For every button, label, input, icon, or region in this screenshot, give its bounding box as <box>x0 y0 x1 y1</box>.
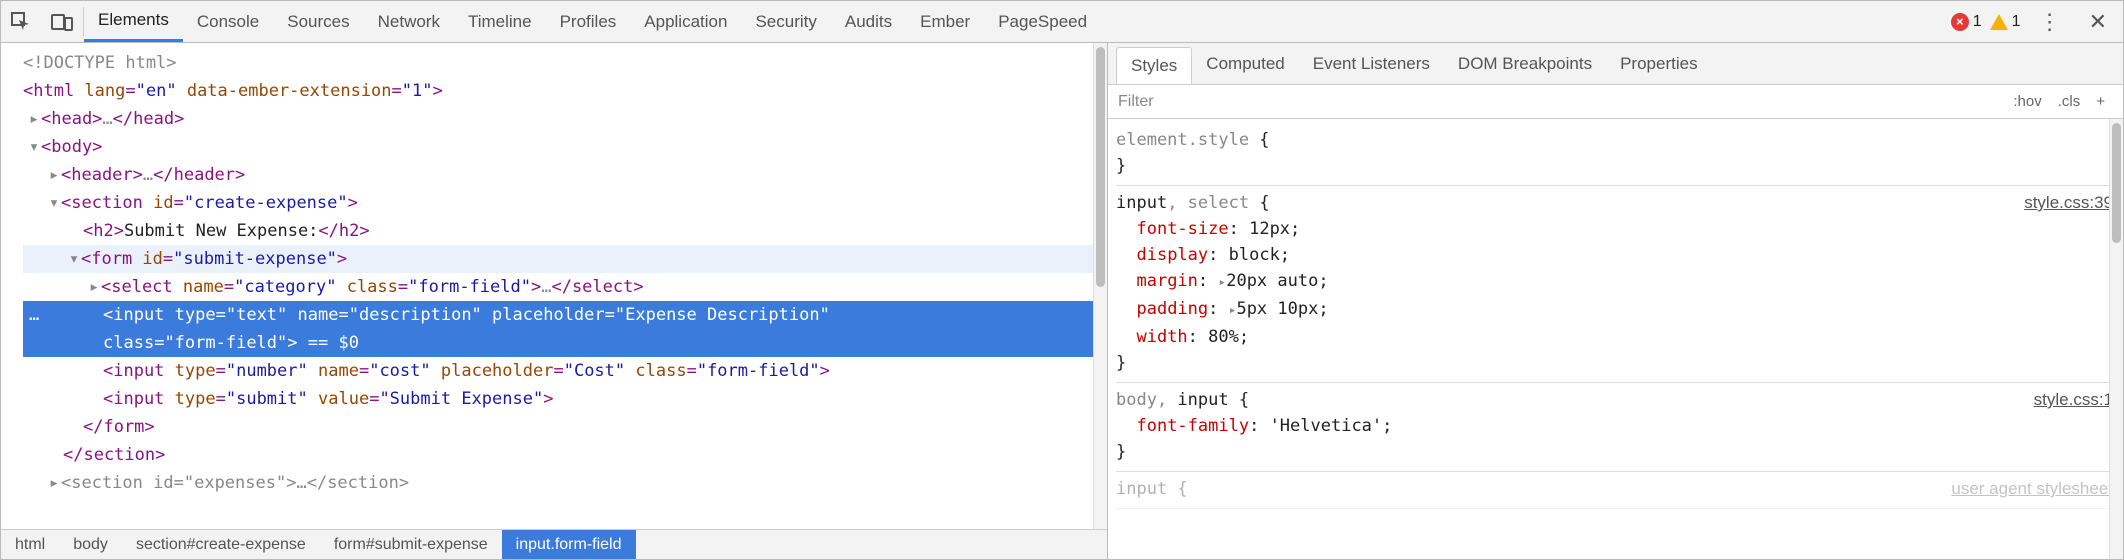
tab-elements[interactable]: Elements <box>84 1 183 42</box>
styles-tabs: Styles Computed Event Listeners DOM Brea… <box>1108 43 2123 85</box>
dom-node[interactable]: <html lang="en" data-ember-extension="1"… <box>23 77 1107 105</box>
tab-dom-breakpoints[interactable]: DOM Breakpoints <box>1444 43 1606 84</box>
style-rule[interactable]: style.css:39 input, select { font-size: … <box>1116 186 2113 383</box>
device-mode-icon[interactable] <box>41 1 83 42</box>
tab-console[interactable]: Console <box>183 1 273 42</box>
tab-audits[interactable]: Audits <box>831 1 906 42</box>
elements-panel: <!DOCTYPE html> <html lang="en" data-emb… <box>1 43 1108 559</box>
style-rule[interactable]: style.css:1 body, input { font-family: '… <box>1116 383 2113 472</box>
dom-node[interactable]: ▾<form id="submit-expense"> <box>23 245 1107 273</box>
collapse-icon[interactable]: ▾ <box>67 245 81 273</box>
dom-node[interactable]: <h2>Submit New Expense:</h2> <box>23 217 1107 245</box>
scrollbar-thumb[interactable] <box>1096 47 1105 287</box>
devtools-toolbar: Elements Console Sources Network Timelin… <box>1 1 2123 43</box>
collapse-icon[interactable]: ▾ <box>47 189 61 217</box>
error-icon: × <box>1951 13 1969 31</box>
source-link[interactable]: style.css:1 <box>2034 387 2113 413</box>
expand-icon[interactable]: ▸ <box>27 105 41 133</box>
tab-label: Elements <box>98 10 169 30</box>
cls-button[interactable]: .cls <box>2050 93 2089 110</box>
tab-styles[interactable]: Styles <box>1116 47 1192 84</box>
tab-properties[interactable]: Properties <box>1606 43 1711 84</box>
tab-label: Security <box>755 12 816 32</box>
warning-number: 1 <box>2012 13 2021 31</box>
style-rule[interactable]: user agent stylesheet input { <box>1116 472 2113 509</box>
filter-input[interactable]: Filter <box>1118 93 2005 111</box>
inspect-icon[interactable] <box>1 1 41 42</box>
warning-icon <box>1990 14 2008 30</box>
dom-node[interactable]: ▸<section id="expenses">…</section> <box>23 469 1107 497</box>
dom-node[interactable]: ▸<select name="category" class="form-fie… <box>23 273 1107 301</box>
dom-node[interactable]: </section> <box>23 441 1107 469</box>
tab-label: Audits <box>845 12 892 32</box>
dom-node[interactable]: <input type="number" name="cost" placeho… <box>23 357 1107 385</box>
dom-node-selected[interactable]: … <input type="text" name="description" … <box>23 301 1107 357</box>
collapse-icon[interactable]: ▾ <box>27 133 41 161</box>
filter-bar: Filter :hov .cls + <box>1108 85 2123 119</box>
dom-node[interactable]: </form> <box>23 413 1107 441</box>
dom-node[interactable]: ▸<header>…</header> <box>23 161 1107 189</box>
error-count[interactable]: ×1 <box>1951 13 1982 31</box>
warning-count[interactable]: 1 <box>1990 13 2021 31</box>
tab-application[interactable]: Application <box>630 1 741 42</box>
source-link[interactable]: user agent stylesheet <box>1951 476 2113 502</box>
crumb-form[interactable]: form#submit-expense <box>320 530 502 559</box>
gutter-menu-icon[interactable]: … <box>25 301 43 329</box>
expand-icon[interactable]: ▸ <box>47 161 61 189</box>
more-menu-icon[interactable]: ⋮ <box>2029 9 2071 35</box>
add-rule-button[interactable]: + <box>2088 93 2113 110</box>
dom-node[interactable]: ▾<body> <box>23 133 1107 161</box>
scrollbar[interactable] <box>1093 43 1107 529</box>
tab-label: Application <box>644 12 727 32</box>
tab-label: Ember <box>920 12 970 32</box>
scrollbar-thumb[interactable] <box>2112 123 2121 243</box>
tab-label: PageSpeed <box>998 12 1087 32</box>
dom-tree[interactable]: <!DOCTYPE html> <html lang="en" data-emb… <box>1 43 1107 503</box>
tab-label: Console <box>197 12 259 32</box>
tab-label: Profiles <box>560 12 617 32</box>
tab-label: Sources <box>287 12 349 32</box>
dom-node[interactable]: <input type="submit" value="Submit Expen… <box>23 385 1107 413</box>
hov-button[interactable]: :hov <box>2005 93 2049 110</box>
dom-node[interactable]: ▾<section id="create-expense"> <box>23 189 1107 217</box>
crumb-input[interactable]: input.form-field <box>502 530 636 559</box>
tab-label: Timeline <box>468 12 532 32</box>
style-rule[interactable]: element.style { } <box>1116 123 2113 186</box>
crumb-body[interactable]: body <box>59 530 122 559</box>
scrollbar[interactable] <box>2109 119 2123 559</box>
close-icon[interactable]: ✕ <box>2079 9 2117 35</box>
tab-computed[interactable]: Computed <box>1192 43 1298 84</box>
tab-sources[interactable]: Sources <box>273 1 363 42</box>
styles-panel: Styles Computed Event Listeners DOM Brea… <box>1108 43 2123 559</box>
dom-node[interactable]: <!DOCTYPE html> <box>23 49 1107 77</box>
tab-network[interactable]: Network <box>364 1 454 42</box>
error-number: 1 <box>1973 13 1982 31</box>
tab-label: Network <box>378 12 440 32</box>
styles-list[interactable]: element.style { } style.css:39 input, se… <box>1108 119 2123 513</box>
tab-pagespeed[interactable]: PageSpeed <box>984 1 1101 42</box>
crumb-html[interactable]: html <box>1 530 59 559</box>
source-link[interactable]: style.css:39 <box>2024 190 2113 216</box>
tab-event-listeners[interactable]: Event Listeners <box>1299 43 1444 84</box>
crumb-section[interactable]: section#create-expense <box>122 530 320 559</box>
tab-ember[interactable]: Ember <box>906 1 984 42</box>
tab-profiles[interactable]: Profiles <box>546 1 631 42</box>
breadcrumb: html body section#create-expense form#su… <box>1 529 1107 559</box>
expand-icon[interactable]: ▸ <box>47 469 61 497</box>
tab-security[interactable]: Security <box>741 1 830 42</box>
expand-icon[interactable]: ▸ <box>87 273 101 301</box>
main-tabs: Elements Console Sources Network Timelin… <box>84 1 1101 42</box>
dom-node[interactable]: ▸<head>…</head> <box>23 105 1107 133</box>
tab-timeline[interactable]: Timeline <box>454 1 546 42</box>
